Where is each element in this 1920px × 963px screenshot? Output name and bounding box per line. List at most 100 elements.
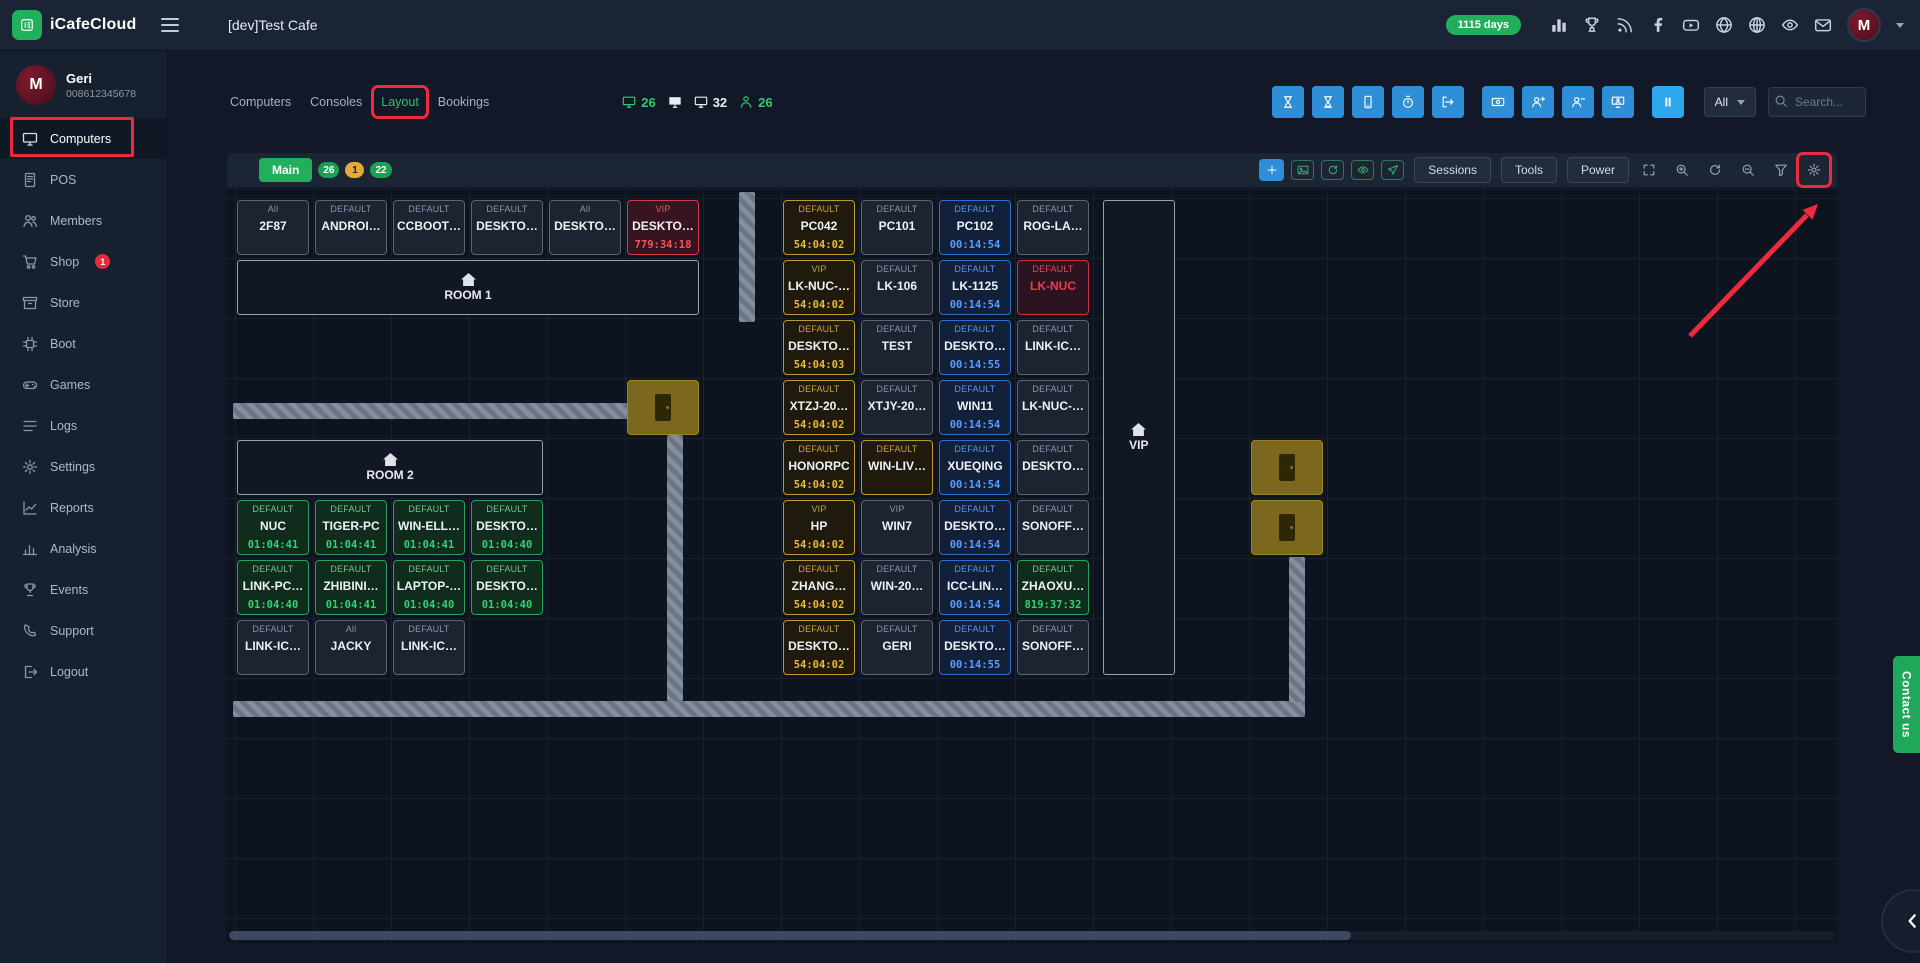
computer-tile[interactable]: DEFAULTLINK-PC…01:04:40 [237,560,309,615]
sidebar-item-members[interactable]: Members [0,200,167,241]
computer-tile[interactable]: DEFAULTLINK-IC… [1017,320,1089,375]
computer-tile[interactable]: DEFAULTPC10200:14:54 [939,200,1011,255]
zone-main-button[interactable]: Main [259,158,312,182]
computer-tile[interactable]: DEFAULTSONOFF… [1017,620,1089,675]
contact-us-tab[interactable]: Contact us [1893,656,1920,753]
menu-toggle-button[interactable] [154,11,186,39]
sidebar-item-computers[interactable]: Computers [0,118,167,159]
computer-tile[interactable]: DEFAULTLK-NUC-… [1017,380,1089,435]
computer-tile[interactable]: VIPHP54:04:02 [783,500,855,555]
computer-tile[interactable]: VIPDESKTO…779:34:18 [627,200,699,255]
computer-tile[interactable]: DEFAULTTIGER-PC01:04:41 [315,500,387,555]
console-view-icon[interactable] [668,95,682,109]
computer-tile[interactable]: AllJACKY [315,620,387,675]
computer-tile[interactable]: DEFAULTDESKTO…00:14:54 [939,500,1011,555]
facebook-icon[interactable] [1649,16,1667,34]
computer-tile[interactable]: DEFAULTXTJY-20… [861,380,933,435]
visibility-button[interactable] [1351,160,1374,180]
computer-tile[interactable]: VIPWIN7 [861,500,933,555]
computer-tile[interactable]: DEFAULTZHANG…54:04:02 [783,560,855,615]
computer-tile[interactable]: DEFAULTTEST [861,320,933,375]
sidebar-item-settings[interactable]: Settings [0,446,167,487]
computer-tile[interactable]: AllDESKTO… [549,200,621,255]
sidebar-item-events[interactable]: Events [0,569,167,610]
computer-tile[interactable]: DEFAULTANDROI… [315,200,387,255]
computer-tile[interactable]: All2F87 [237,200,309,255]
computer-tile[interactable]: DEFAULTDESKTO…54:04:02 [783,620,855,675]
cash-button[interactable] [1482,86,1514,118]
computer-tile[interactable]: DEFAULTDESKTO…00:14:55 [939,620,1011,675]
add-member-button[interactable] [1522,86,1554,118]
layout-canvas[interactable]: ROOM 1ROOM 2VIPAll2F87DEFAULTANDROI…DEFA… [227,190,1837,943]
youtube-icon[interactable] [1682,16,1700,34]
website-icon[interactable] [1715,16,1733,34]
background-image-button[interactable] [1291,160,1314,180]
ranking-icon[interactable] [1550,16,1568,34]
computer-tile[interactable]: DEFAULTZHAOXU…819:37:32 [1017,560,1089,615]
computer-tile[interactable]: DEFAULTZHIBINI…01:04:41 [315,560,387,615]
sidebar-item-reports[interactable]: Reports [0,487,167,528]
pause-button[interactable] [1652,86,1684,118]
computer-tile[interactable]: DEFAULTDESKTO…54:04:03 [783,320,855,375]
sidebar-item-shop[interactable]: Shop 1 [0,241,167,282]
tab-consoles[interactable]: Consoles [305,90,367,114]
door-tile[interactable] [1251,440,1323,495]
group-filter-select[interactable]: All [1704,87,1756,117]
hourglass-end-button[interactable] [1312,86,1344,118]
tools-button[interactable]: Tools [1501,157,1557,183]
sidebar-item-games[interactable]: Games [0,364,167,405]
chevron-down-icon[interactable] [1896,23,1904,28]
computer-tile[interactable]: DEFAULTWIN1100:14:54 [939,380,1011,435]
computer-tile[interactable]: DEFAULTSONOFF… [1017,500,1089,555]
power-button[interactable]: Power [1567,157,1629,183]
tab-layout[interactable]: Layout [376,90,424,114]
search-input[interactable] [1768,87,1866,117]
tab-bookings[interactable]: Bookings [433,90,494,114]
computer-tile[interactable]: DEFAULTROG-LA… [1017,200,1089,255]
sidebar-item-logs[interactable]: Logs [0,405,167,446]
computer-tile[interactable]: DEFAULTDESKTO…01:04:40 [471,560,543,615]
computer-tile[interactable]: DEFAULTXUEQING00:14:54 [939,440,1011,495]
computer-tile[interactable]: DEFAULTICC-LIN…00:14:54 [939,560,1011,615]
computer-tile[interactable]: DEFAULTDESKTO…00:14:55 [939,320,1011,375]
computer-tile[interactable]: DEFAULTDESKTO…01:04:40 [471,500,543,555]
license-days-badge[interactable]: 1115 days [1446,15,1521,35]
sidebar-item-boot[interactable]: Boot [0,323,167,364]
language-icon[interactable] [1748,16,1766,34]
room-vip[interactable]: VIP [1103,200,1175,675]
computer-tile[interactable]: DEFAULTLK-106 [861,260,933,315]
zoom-out-button[interactable] [1735,157,1761,183]
room-room-1[interactable]: ROOM 1 [237,260,699,315]
computer-tile[interactable]: DEFAULTCCBOOT… [393,200,465,255]
computer-tile[interactable]: DEFAULTPC101 [861,200,933,255]
sidebar-item-store[interactable]: Store [0,282,167,323]
sidebar-item-support[interactable]: Support [0,610,167,651]
computer-tile[interactable]: DEFAULTXTZJ-20…54:04:02 [783,380,855,435]
timer-button[interactable] [1392,86,1424,118]
computer-tile[interactable]: DEFAULTDESKTO… [1017,440,1089,495]
computer-tile[interactable]: DEFAULTGERI [861,620,933,675]
zoom-in-button[interactable] [1669,157,1695,183]
mobile-button[interactable] [1352,86,1384,118]
trophy-icon[interactable] [1583,16,1601,34]
filter-button[interactable] [1768,157,1794,183]
door-tile[interactable] [627,380,699,435]
computer-tile[interactable]: DEFAULTWIN-LIV… [861,440,933,495]
computer-tile[interactable]: DEFAULTPC04254:04:02 [783,200,855,255]
reset-view-button[interactable] [1702,157,1728,183]
add-zone-button[interactable] [1259,159,1284,181]
horizontal-scrollbar[interactable] [229,931,1835,940]
computer-tile[interactable]: DEFAULTNUC01:04:41 [237,500,309,555]
user-avatar[interactable]: M [1847,8,1881,42]
computer-tile[interactable]: DEFAULTHONORPC54:04:02 [783,440,855,495]
client-monitor-button[interactable] [1602,86,1634,118]
view-icon[interactable] [1781,16,1799,34]
room-room-2[interactable]: ROOM 2 [237,440,543,495]
computer-tile[interactable]: DEFAULTWIN-20… [861,560,933,615]
computer-tile[interactable]: DEFAULTLAPTOP-…01:04:40 [393,560,465,615]
layout-settings-button[interactable] [1801,157,1827,183]
rss-icon[interactable] [1616,16,1634,34]
computer-tile[interactable]: VIPLK-NUC-…54:04:02 [783,260,855,315]
door-tile[interactable] [1251,500,1323,555]
add-member-alt-button[interactable] [1562,86,1594,118]
